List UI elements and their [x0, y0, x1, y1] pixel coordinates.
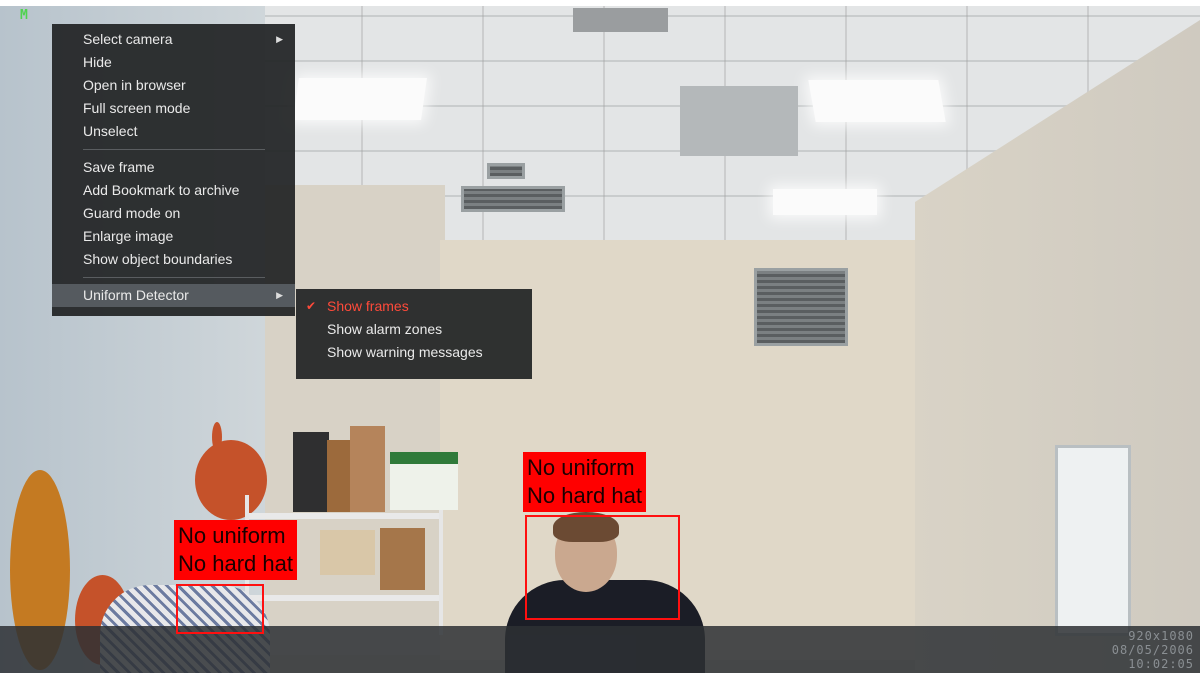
shelf-item	[380, 528, 425, 590]
menu-item-uniform-detector[interactable]: Uniform Detector ▶	[52, 284, 295, 307]
menu-item-hide[interactable]: Hide	[52, 51, 295, 74]
ceiling-panel	[680, 86, 798, 156]
menu-separator	[83, 149, 265, 150]
submenu-arrow-icon: ▶	[276, 34, 283, 44]
menu-item-label: Add Bookmark to archive	[83, 182, 240, 198]
submenu-item-label: Show warning messages	[327, 344, 483, 360]
context-menu[interactable]: Select camera ▶ Hide Open in browser Ful…	[52, 24, 295, 316]
submenu-item-show-warning-messages[interactable]: Show warning messages	[296, 341, 532, 364]
detection-frame	[525, 515, 680, 620]
menu-item-label: Open in browser	[83, 77, 186, 93]
menu-item-save-frame[interactable]: Save frame	[52, 156, 295, 179]
wall-decal	[212, 422, 222, 452]
submenu-item-show-alarm-zones[interactable]: Show alarm zones	[296, 318, 532, 341]
doorway	[1055, 445, 1131, 636]
ceiling-light	[808, 80, 946, 122]
menu-separator	[83, 277, 265, 278]
uniform-detector-submenu[interactable]: ✔ Show frames Show alarm zones Show warn…	[296, 289, 532, 379]
menu-item-enlarge-image[interactable]: Enlarge image	[52, 225, 295, 248]
detection-frame	[176, 584, 264, 634]
menu-item-unselect[interactable]: Unselect	[52, 120, 295, 143]
menu-item-label: Enlarge image	[83, 228, 174, 244]
menu-item-label: Show object boundaries	[83, 251, 233, 267]
detection-label-line1: No uniform	[527, 455, 635, 480]
menu-item-label: Full screen mode	[83, 100, 191, 116]
detection-label: No uniform No hard hat	[523, 452, 646, 512]
ceiling-unit	[573, 8, 668, 32]
detection-label-line2: No hard hat	[527, 483, 642, 508]
submenu-item-show-frames[interactable]: ✔ Show frames	[296, 295, 532, 318]
menu-item-label: Hide	[83, 54, 112, 70]
menu-item-label: Save frame	[83, 159, 155, 175]
camera-view[interactable]: 920x1080 08/05/2006 10:02:05 No uniform …	[0, 0, 1200, 673]
shelf-item	[320, 530, 375, 575]
menu-item-select-camera[interactable]: Select camera ▶	[52, 28, 295, 51]
date-text: 08/05/2006	[1111, 643, 1194, 657]
status-indicator: M	[20, 8, 28, 23]
ceiling-vent	[461, 186, 565, 212]
menu-item-label: Unselect	[83, 123, 138, 139]
submenu-item-label: Show alarm zones	[327, 321, 443, 337]
detection-label-line2: No hard hat	[178, 551, 293, 576]
submenu-arrow-icon: ▶	[276, 290, 283, 300]
ceiling-light	[293, 78, 427, 120]
video-info-overlay: 920x1080 08/05/2006 10:02:05	[1112, 629, 1194, 671]
menu-item-label: Select camera	[83, 31, 173, 47]
shelf-item	[390, 452, 458, 510]
resolution-text: 920x1080	[1128, 629, 1194, 643]
ceiling-vent	[487, 163, 525, 179]
menu-item-full-screen-mode[interactable]: Full screen mode	[52, 97, 295, 120]
menu-item-add-bookmark[interactable]: Add Bookmark to archive	[52, 179, 295, 202]
menu-item-show-object-boundaries[interactable]: Show object boundaries	[52, 248, 295, 271]
detection-label: No uniform No hard hat	[174, 520, 297, 580]
shelf-item	[293, 432, 329, 512]
checkmark-icon: ✔	[306, 299, 317, 313]
detection-label-line1: No uniform	[178, 523, 286, 548]
menu-item-label: Guard mode on	[83, 205, 181, 221]
submenu-item-label: Show frames	[327, 298, 409, 314]
view-top-border	[0, 0, 1200, 6]
time-text: 10:02:05	[1128, 657, 1194, 671]
wall-vent	[754, 268, 848, 346]
shelf-item	[350, 426, 385, 512]
menu-item-label: Uniform Detector	[83, 287, 189, 303]
menu-item-guard-mode[interactable]: Guard mode on	[52, 202, 295, 225]
ceiling-light	[773, 189, 877, 215]
menu-item-open-in-browser[interactable]: Open in browser	[52, 74, 295, 97]
